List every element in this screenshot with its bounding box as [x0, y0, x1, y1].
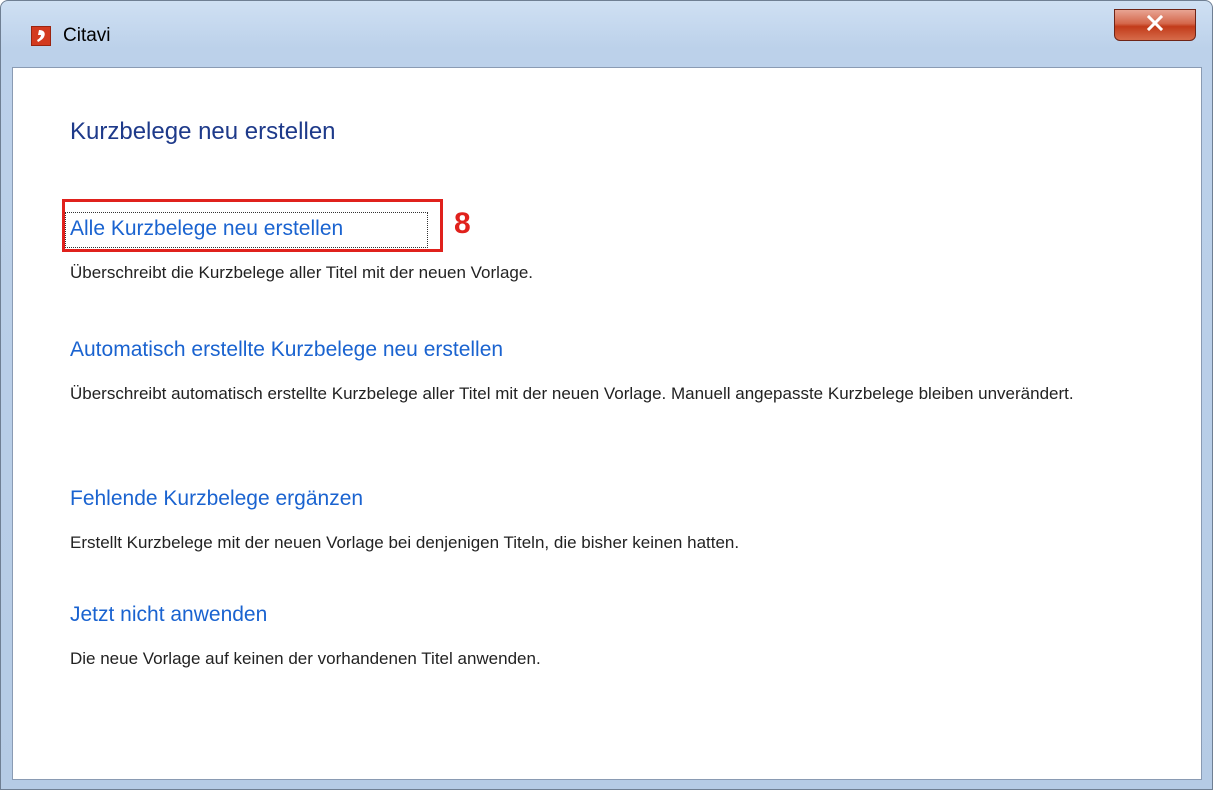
option-description: Überschreibt automatisch erstellte Kurzb…	[70, 384, 1074, 403]
option-link-fehlende-ergaenzen[interactable]: Fehlende Kurzbelege ergänzen	[70, 485, 363, 513]
dialog-content: Kurzbelege neu erstellen Alle Kurzbelege…	[12, 67, 1202, 780]
option-link-jetzt-nicht-anwenden[interactable]: Jetzt nicht anwenden	[70, 601, 267, 629]
title-bar[interactable]: Citavi	[1, 1, 1212, 67]
option-link-automatisch-neu-erstellen[interactable]: Automatisch erstellte Kurzbelege neu ers…	[70, 336, 503, 364]
dialog-heading: Kurzbelege neu erstellen	[70, 118, 336, 145]
annotation-step-number: 8	[454, 207, 471, 240]
citavi-app-icon	[31, 26, 51, 46]
annotation-highlight-box	[62, 199, 443, 252]
close-button[interactable]	[1114, 9, 1196, 41]
window-title: Citavi	[63, 25, 111, 46]
option-description: Erstellt Kurzbelege mit der neuen Vorlag…	[70, 533, 740, 552]
option-description: Überschreibt die Kurzbelege aller Titel …	[70, 263, 534, 282]
citavi-dialog-window: Citavi Kurzbelege neu erstellen Alle Kur…	[0, 0, 1213, 790]
option-description: Die neue Vorlage auf keinen der vorhande…	[70, 649, 541, 668]
close-icon	[1146, 14, 1164, 35]
